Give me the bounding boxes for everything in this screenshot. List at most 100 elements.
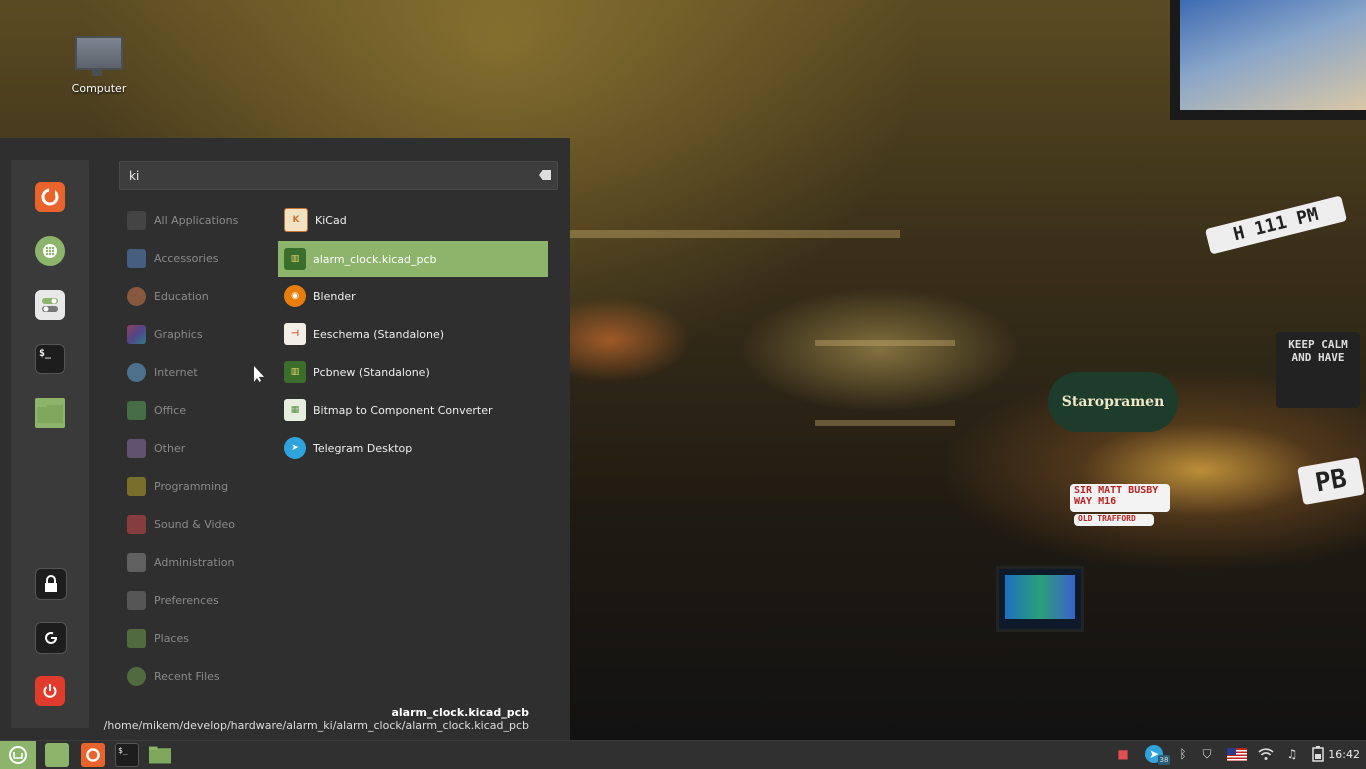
terminal-icon[interactable]: $_ xyxy=(35,344,65,374)
firefox-icon[interactable] xyxy=(81,743,105,767)
office-icon xyxy=(127,400,146,420)
wallpaper-shelf xyxy=(815,420,955,426)
category-sound-video[interactable]: Sound & Video xyxy=(127,512,235,536)
app-label: Blender xyxy=(313,289,356,303)
app-eeschema[interactable]: ⊣ Eeschema (Standalone) xyxy=(278,316,548,352)
recent-icon xyxy=(127,666,146,686)
mint-menu-icon[interactable] xyxy=(0,741,36,769)
category-label: Recent Files xyxy=(154,669,220,683)
folder-icon[interactable] xyxy=(148,743,172,767)
category-other[interactable]: Other xyxy=(127,436,185,460)
admin-icon xyxy=(127,552,146,572)
preferences-icon xyxy=(127,590,146,610)
folder-icon[interactable] xyxy=(35,398,65,428)
bitmap-converter-icon: ▦ xyxy=(284,399,306,421)
wallpaper-staropramen: Staropramen xyxy=(1048,372,1178,432)
other-icon xyxy=(127,438,146,458)
telegram-icon: ➤ xyxy=(284,437,306,459)
search-input[interactable]: ki xyxy=(119,161,558,190)
kicad-icon: K xyxy=(284,208,308,232)
app-label: Telegram Desktop xyxy=(313,441,413,455)
wallpaper-pos-screen xyxy=(996,566,1084,632)
pcb-file-icon: ▥ xyxy=(284,248,306,270)
selected-item-name: alarm_clock.kicad_pcb xyxy=(391,706,529,719)
category-internet[interactable]: Internet xyxy=(127,360,198,384)
category-accessories[interactable]: Accessories xyxy=(127,246,218,270)
us-flag-icon[interactable] xyxy=(1226,745,1248,763)
category-programming[interactable]: Programming xyxy=(127,474,228,498)
app-bitmap-converter[interactable]: ▦ Bitmap to Component Converter xyxy=(278,392,548,428)
shield-icon[interactable]: ⛉ xyxy=(1198,745,1216,763)
scissors-icon xyxy=(127,248,146,268)
graphics-icon xyxy=(127,324,146,344)
folder-icon xyxy=(127,628,146,648)
desktop-icon-label: Computer xyxy=(71,82,127,95)
music-note-icon[interactable]: ♫ xyxy=(1283,745,1301,763)
category-office[interactable]: Office xyxy=(127,398,186,422)
wallpaper-street-sign-sub: OLD TRAFFORD xyxy=(1074,514,1154,526)
category-label: Preferences xyxy=(154,593,219,607)
telegram-badge: 38 xyxy=(1158,755,1170,765)
category-label: Other xyxy=(154,441,186,455)
power-icon[interactable] xyxy=(35,676,65,706)
category-places[interactable]: Places xyxy=(127,626,189,650)
logout-icon[interactable] xyxy=(35,622,67,654)
category-all-applications[interactable]: All Applications xyxy=(127,208,238,232)
computer-icon xyxy=(75,36,123,76)
category-label: All Applications xyxy=(154,213,239,227)
app-alarm-clock-pcb[interactable]: ▥ alarm_clock.kicad_pcb xyxy=(278,241,548,277)
software-manager-icon[interactable] xyxy=(35,236,65,266)
category-recent-files[interactable]: Recent Files xyxy=(127,664,220,688)
play-icon xyxy=(127,514,146,534)
firefox-icon[interactable] xyxy=(35,182,65,212)
app-label: Eeschema (Standalone) xyxy=(313,327,445,341)
eeschema-icon: ⊣ xyxy=(284,323,306,345)
app-label: Pcbnew (Standalone) xyxy=(313,365,430,379)
wallpaper-tv-screen xyxy=(1180,0,1366,110)
video-camera-icon[interactable]: ■ xyxy=(1114,745,1132,763)
category-education[interactable]: Education xyxy=(127,284,209,308)
wallpaper-shelf xyxy=(570,230,900,238)
cloud-icon xyxy=(127,362,146,382)
favorites-sidebar: $_ xyxy=(11,160,89,728)
app-pcbnew[interactable]: ▥ Pcbnew (Standalone) xyxy=(278,354,548,390)
application-menu: $_ ki All Applications Accessories Educa… xyxy=(0,138,570,740)
app-kicad[interactable]: K KiCad xyxy=(278,202,548,238)
wallpaper-street-sign: SIR MATT BUSBY WAY M16 xyxy=(1070,484,1170,512)
category-label: Internet xyxy=(154,365,198,379)
category-label: Places xyxy=(154,631,189,645)
lock-icon[interactable] xyxy=(35,568,67,600)
app-blender[interactable]: ◉ Blender xyxy=(278,278,548,314)
category-label: Accessories xyxy=(154,251,219,265)
show-desktop-icon[interactable] xyxy=(45,743,69,767)
programming-icon xyxy=(127,476,146,496)
bluetooth-icon[interactable]: ᛒ xyxy=(1174,745,1192,763)
category-label: Office xyxy=(154,403,187,417)
category-graphics[interactable]: Graphics xyxy=(127,322,203,346)
toggle-settings-icon[interactable] xyxy=(35,290,65,320)
wifi-icon[interactable] xyxy=(1257,745,1275,763)
category-administration[interactable]: Administration xyxy=(127,550,235,574)
app-label: alarm_clock.kicad_pcb xyxy=(313,252,437,266)
blender-icon: ◉ xyxy=(284,285,306,307)
wallpaper-shelf xyxy=(815,340,955,346)
category-label: Sound & Video xyxy=(154,517,236,531)
selected-item-path: /home/mikem/develop/hardware/alarm_ki/al… xyxy=(103,719,529,732)
category-preferences[interactable]: Preferences xyxy=(127,588,219,612)
app-label: Bitmap to Component Converter xyxy=(313,403,493,417)
category-label: Administration xyxy=(154,555,235,569)
category-label: Graphics xyxy=(154,327,203,341)
battery-icon[interactable] xyxy=(1309,745,1327,763)
app-label: KiCad xyxy=(315,213,347,227)
taskbar: $_ ■ ➤ 38 ᛒ ⛉ ♫ 16:42 xyxy=(0,740,1366,769)
grid-icon xyxy=(127,210,146,230)
app-telegram[interactable]: ➤ Telegram Desktop xyxy=(278,430,548,466)
pcbnew-icon: ▥ xyxy=(284,361,306,383)
wallpaper-keep-calm: KEEP CALM AND HAVE xyxy=(1276,332,1360,408)
clear-search-icon[interactable] xyxy=(539,170,551,180)
terminal-icon[interactable]: $_ xyxy=(115,743,139,767)
search-text: ki xyxy=(129,169,140,183)
desktop-icon-computer[interactable]: Computer xyxy=(70,36,128,95)
clock[interactable]: 16:42 xyxy=(1328,748,1360,761)
category-label: Programming xyxy=(154,479,229,493)
